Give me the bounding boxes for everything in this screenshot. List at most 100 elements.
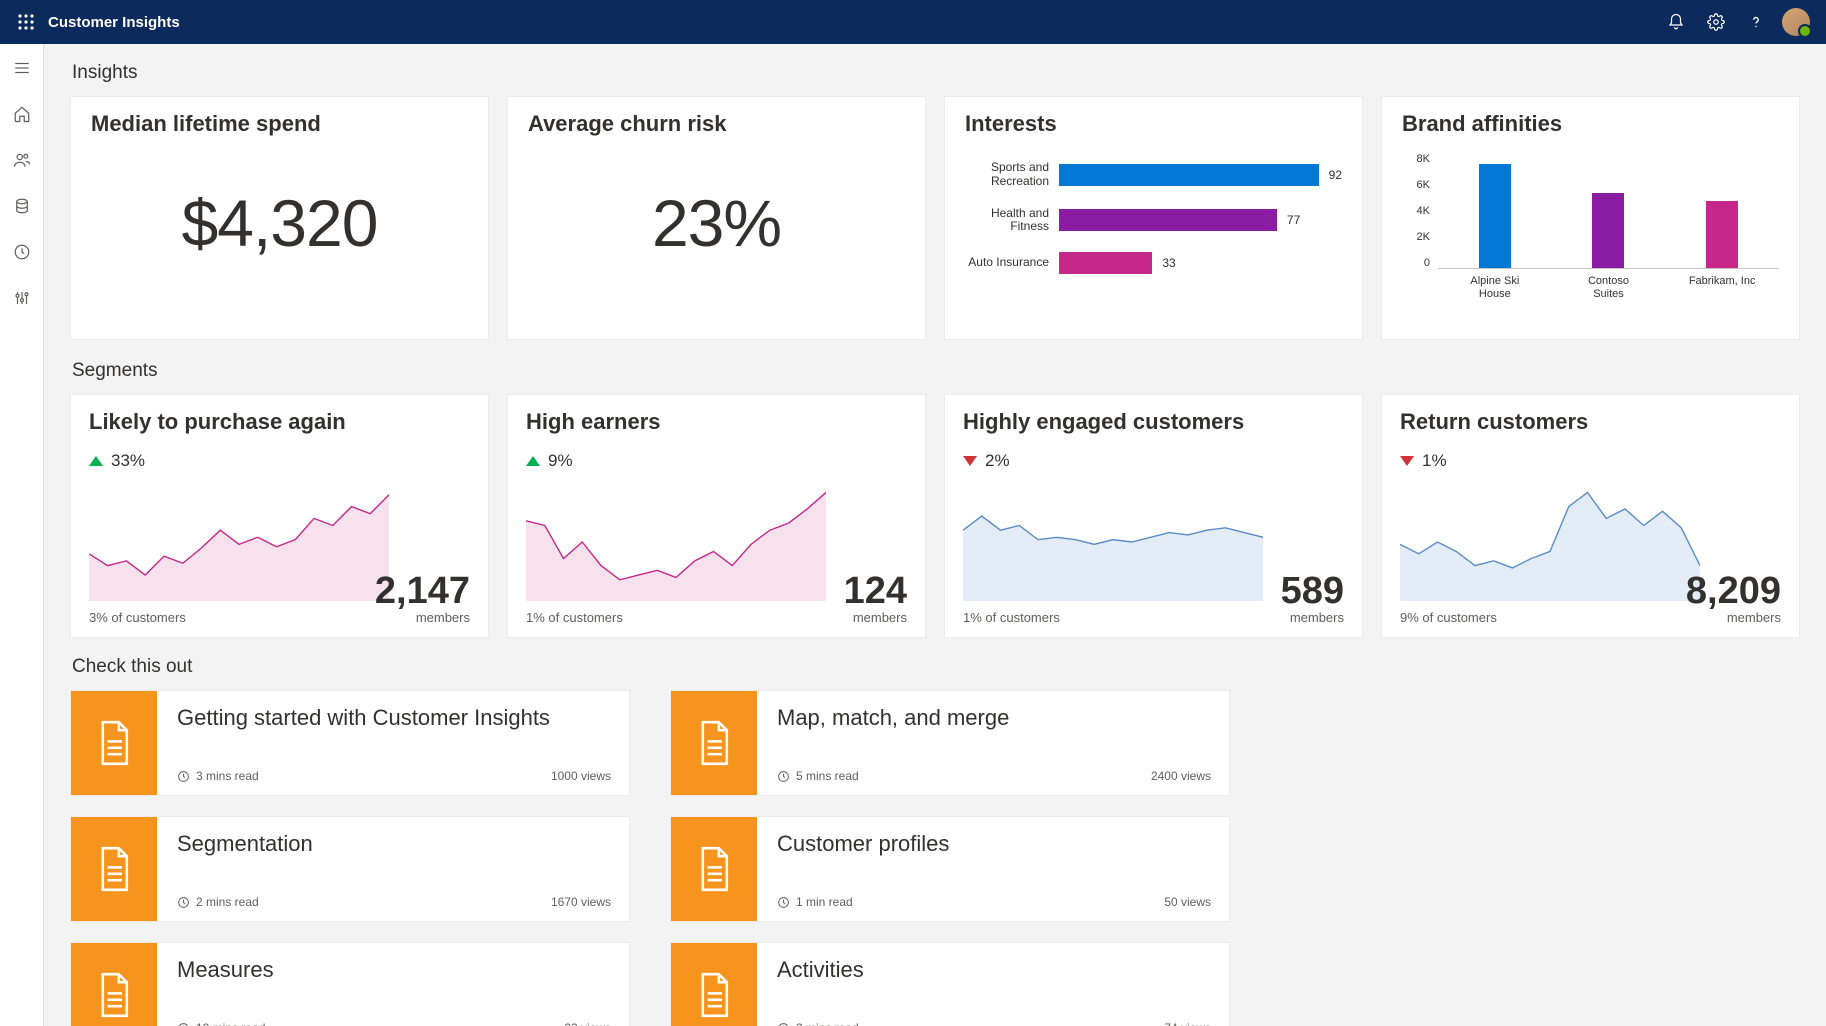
article-views: 23 views	[564, 1021, 611, 1026]
left-rail	[0, 44, 44, 1026]
interest-value: 33	[1162, 256, 1175, 270]
menu-toggle-icon[interactable]	[6, 52, 38, 84]
segment-title: Highly engaged customers	[963, 409, 1344, 435]
article-views: 50 views	[1164, 895, 1211, 909]
customers-icon[interactable]	[6, 144, 38, 176]
article-title: Activities	[777, 957, 1211, 983]
insights-heading: Insights	[72, 62, 1800, 84]
interest-label: Sports and Recreation	[965, 161, 1059, 189]
help-icon[interactable]	[1736, 0, 1776, 44]
home-icon[interactable]	[6, 98, 38, 130]
clock-icon	[177, 770, 190, 783]
settings-icon[interactable]	[1696, 0, 1736, 44]
segments-heading: Segments	[72, 360, 1800, 382]
clock-icon	[777, 1022, 790, 1026]
article-card[interactable]: Segmentation2 mins read1670 views	[70, 816, 630, 922]
data-icon[interactable]	[6, 190, 38, 222]
segment-title: Likely to purchase again	[89, 409, 470, 435]
card-interests[interactable]: Interests Sports and Recreation 92 Health …	[944, 96, 1363, 340]
article-title: Map, match, and merge	[777, 705, 1211, 731]
segment-trend: 1%	[1400, 451, 1781, 471]
brand-label: Contoso Suites	[1573, 275, 1643, 300]
article-read-time: 3 mins read	[177, 769, 259, 783]
segment-pct-customers: 1% of customers	[526, 610, 623, 625]
median-spend-value: $4,320	[91, 185, 468, 261]
segment-card[interactable]: High earners9%1% of customers124members	[507, 394, 926, 638]
trend-up-icon	[526, 456, 540, 466]
article-card[interactable]: Measures 10 mins read 23 views	[70, 942, 630, 1026]
segment-trend: 2%	[963, 451, 1344, 471]
brand-label: Fabrikam, Inc	[1687, 275, 1757, 300]
card-brand-affinities[interactable]: Brand affinities 8K6K4K2K0 Alpine Ski Ho…	[1381, 96, 1800, 340]
trend-up-icon	[89, 456, 103, 466]
segment-card[interactable]: Likely to purchase again33%3% of custome…	[70, 394, 489, 638]
interests-chart: Sports and Recreation 92 Health and Fitnes…	[965, 161, 1342, 274]
segment-count: 2,147	[375, 572, 470, 610]
segment-members-label: members	[844, 610, 907, 625]
user-avatar[interactable]	[1776, 0, 1816, 44]
ytick-label: 6K	[1402, 179, 1430, 191]
article-views: 74 views	[1164, 1021, 1211, 1026]
trend-pct: 33%	[111, 451, 145, 471]
segment-pct-customers: 1% of customers	[963, 610, 1060, 625]
notifications-icon[interactable]	[1656, 0, 1696, 44]
article-read-time: 5 mins read	[777, 769, 859, 783]
clock-icon	[777, 770, 790, 783]
article-card[interactable]: Customer profiles1 min read50 views	[670, 816, 1230, 922]
brand-bar	[1706, 201, 1738, 268]
article-title: Measures	[177, 957, 611, 983]
churn-risk-value: 23%	[528, 185, 905, 261]
article-read-time: 3 mins read	[777, 1021, 859, 1026]
card-churn-risk[interactable]: Average churn risk 23%	[507, 96, 926, 340]
brand-bar	[1592, 193, 1624, 268]
brand-affinities-chart: 8K6K4K2K0 Alpine Ski HouseContoso Suites…	[1402, 153, 1779, 323]
app-launcher-icon[interactable]	[10, 6, 42, 38]
app-title: Customer Insights	[48, 14, 180, 31]
segment-card[interactable]: Highly engaged customers 2% 1% of customer…	[944, 394, 1363, 638]
ytick-label: 0	[1402, 257, 1430, 269]
clock-icon	[777, 896, 790, 909]
card-title: Interests	[965, 111, 1342, 137]
card-median-spend[interactable]: Median lifetime spend $4,320	[70, 96, 489, 340]
card-title: Brand affinities	[1402, 111, 1779, 137]
document-icon	[671, 817, 757, 921]
brand-label: Alpine Ski House	[1460, 275, 1530, 300]
segment-card[interactable]: Return customers1%9% of customers8,209me…	[1381, 394, 1800, 638]
document-icon	[671, 691, 757, 795]
interest-bar	[1059, 164, 1319, 186]
article-card[interactable]: Activities 3 mins read 74 views	[670, 942, 1230, 1026]
trend-pct: 2%	[985, 451, 1010, 471]
interest-bar	[1059, 209, 1277, 231]
article-read-time: 1 min read	[777, 895, 853, 909]
settings-rail-icon[interactable]	[6, 282, 38, 314]
segment-members-label: members	[1686, 610, 1781, 625]
clock-icon	[177, 1022, 190, 1026]
ytick-label: 8K	[1402, 153, 1430, 165]
article-views: 1670 views	[551, 895, 611, 909]
article-read-time: 10 mins read	[177, 1021, 265, 1026]
card-title: Median lifetime spend	[91, 111, 468, 137]
interest-value: 92	[1329, 168, 1342, 182]
article-title: Segmentation	[177, 831, 611, 857]
main-content: Insights Median lifetime spend $4,320 Av…	[44, 44, 1826, 1026]
check-this-out-heading: Check this out	[72, 656, 1800, 678]
trend-pct: 1%	[1422, 451, 1447, 471]
article-card[interactable]: Map, match, and merge5 mins read2400 vie…	[670, 690, 1230, 796]
article-views: 1000 views	[551, 769, 611, 783]
segment-pct-customers: 9% of customers	[1400, 610, 1497, 625]
trend-pct: 9%	[548, 451, 573, 471]
activity-icon[interactable]	[6, 236, 38, 268]
article-card[interactable]: Getting started with Customer Insights 3 …	[70, 690, 630, 796]
brand-bar	[1479, 164, 1511, 268]
document-icon	[71, 943, 157, 1026]
check-this-out-grid: Getting started with Customer Insights 3 …	[70, 690, 1800, 1026]
interest-value: 77	[1287, 213, 1300, 227]
trend-down-icon	[1400, 456, 1414, 466]
interest-label: Health and Fitness	[965, 207, 1059, 235]
segment-trend: 9%	[526, 451, 907, 471]
insights-row: Median lifetime spend $4,320 Average chu…	[70, 96, 1800, 340]
article-title: Getting started with Customer Insights	[177, 705, 611, 731]
segment-members-label: members	[375, 610, 470, 625]
segment-title: Return customers	[1400, 409, 1781, 435]
document-icon	[671, 943, 757, 1026]
